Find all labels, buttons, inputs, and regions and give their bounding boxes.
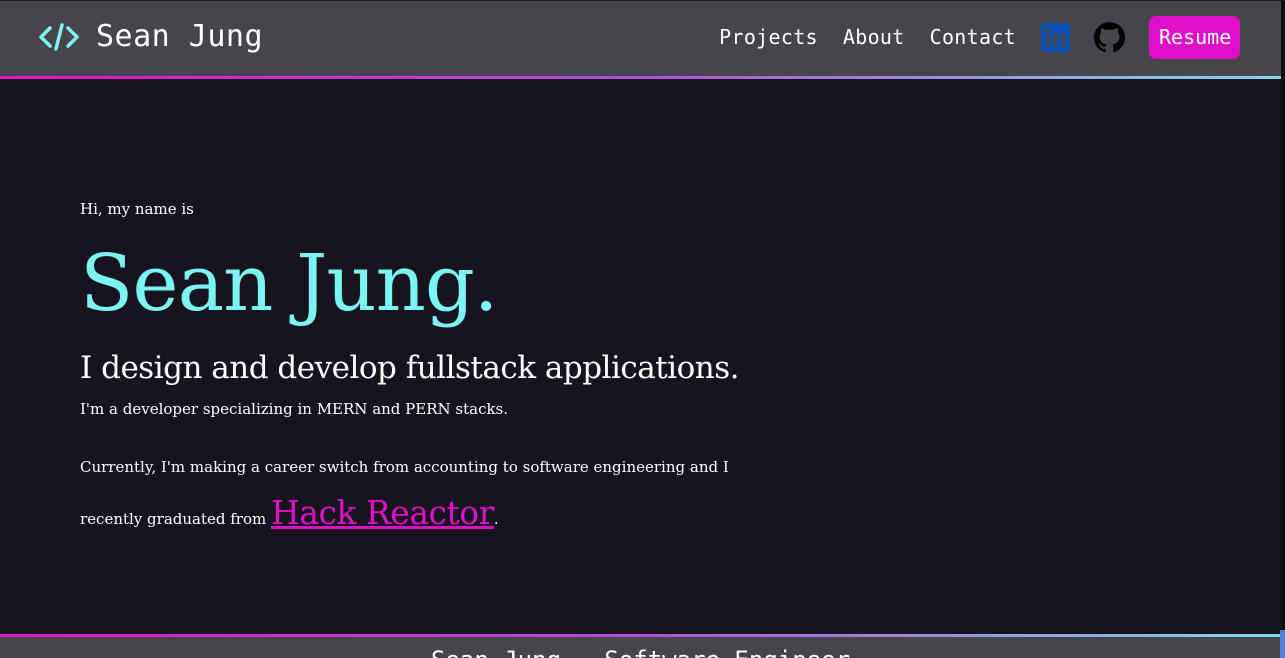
nav-link-projects[interactable]: Projects (719, 25, 818, 49)
page: Sean Jung Projects About Contact Resume (0, 0, 1285, 658)
hero-section: Hi, my name is Sean Jung. I design and d… (80, 198, 740, 542)
brand[interactable]: Sean Jung (38, 19, 263, 54)
github-icon[interactable] (1094, 21, 1125, 53)
brand-name: Sean Jung (96, 19, 264, 54)
linkedin-icon[interactable] (1041, 22, 1070, 52)
hero-tagline: I design and develop fullstack applicati… (80, 350, 739, 386)
hero-bio-period: . (493, 510, 499, 528)
footer-divider (0, 634, 1281, 637)
footer-text: Sean Jung - Software Engineer (0, 646, 1281, 658)
resume-button[interactable]: Resume (1149, 15, 1240, 59)
footer: Sean Jung - Software Engineer (0, 634, 1285, 658)
code-icon (38, 21, 80, 53)
top-nav-bar: Sean Jung Projects About Contact Resume (0, 0, 1285, 79)
hero-description: I'm a developer specializing in MERN and… (80, 400, 509, 418)
header-divider (0, 76, 1281, 79)
hero-greeting: Hi, my name is (80, 200, 194, 218)
nav-link-contact[interactable]: Contact (930, 25, 1016, 49)
nav-link-about[interactable]: About (843, 25, 905, 49)
hack-reactor-link[interactable]: Hack Reactor (271, 493, 494, 532)
hero-name: Sean Jung. (80, 239, 499, 329)
window-edge (1281, 0, 1285, 658)
scrollbar-thumb[interactable] (1280, 630, 1285, 658)
main-nav: Projects About Contact Resume (719, 15, 1240, 59)
hero-bio: Currently, I'm making a career switch fr… (80, 444, 740, 542)
